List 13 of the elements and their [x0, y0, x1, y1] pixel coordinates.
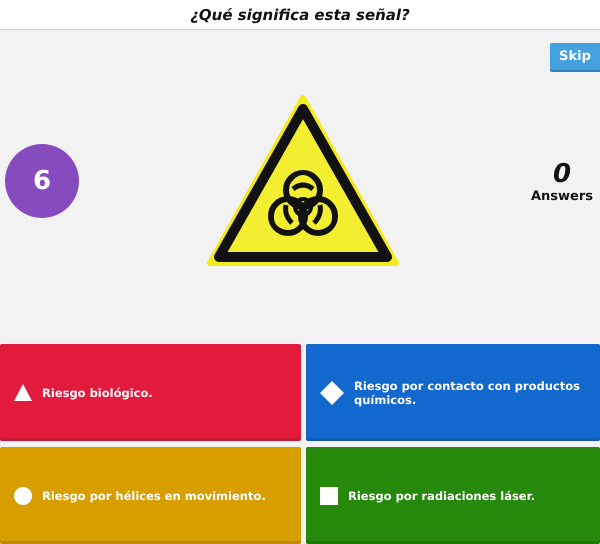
answers-label: Answers — [530, 188, 594, 204]
square-icon — [320, 486, 338, 504]
answer-option[interactable]: Riesgo por contacto con productos químicos. — [306, 344, 600, 441]
timer-badge: 6 — [5, 144, 79, 218]
answer-option[interactable]: Riesgo por hélices en movimiento. — [0, 447, 301, 544]
answer-option[interactable]: Riesgo por radiaciones láser. — [306, 447, 600, 544]
question-title: ¿Qué significa esta señal? — [190, 6, 410, 24]
triangle-icon — [14, 384, 32, 401]
skip-button[interactable]: Skip — [550, 43, 600, 70]
diamond-icon — [320, 380, 344, 404]
answer-option[interactable]: Riesgo biológico. — [0, 344, 301, 441]
answer-count: 0 — [552, 158, 572, 188]
circle-icon — [14, 486, 32, 504]
